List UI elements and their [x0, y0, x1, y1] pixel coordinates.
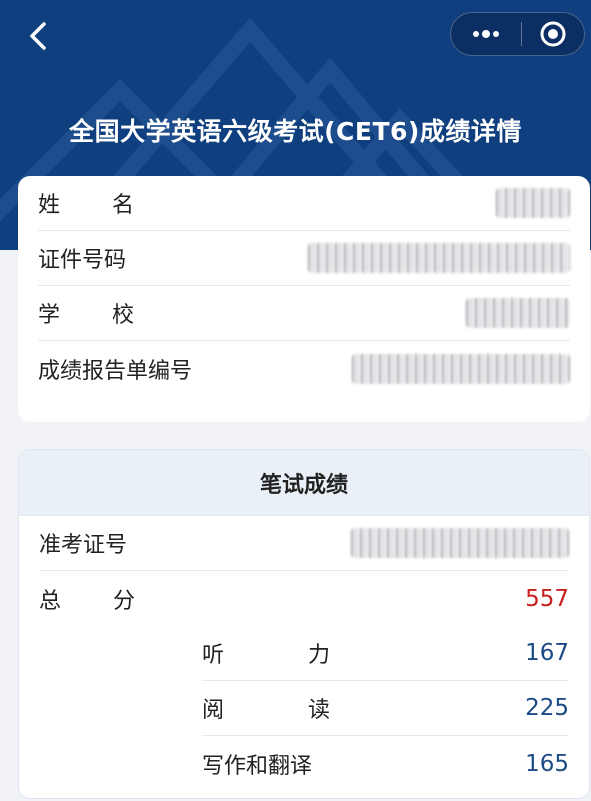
writing-translation-row: 写作和翻译 165 [202, 736, 569, 791]
exam-number-row: 准考证号 [39, 516, 569, 571]
personal-info-card: 姓名 证件号码 学校 成绩报告单编号 [18, 176, 590, 422]
id-value-redacted [308, 243, 570, 273]
school-label: 学校 [38, 303, 187, 328]
listening-label: 听力 [202, 643, 415, 668]
school-row: 学校 [38, 286, 570, 341]
total-score-value: 557 [525, 585, 569, 612]
written-section-title: 笔试成绩 [19, 450, 589, 516]
back-button[interactable] [18, 16, 58, 56]
close-button[interactable] [522, 13, 584, 55]
name-label: 姓名 [38, 193, 187, 218]
page-title: 全国大学英语六级考试(CET6)成绩详情 [69, 117, 522, 146]
school-value-redacted [466, 298, 570, 328]
report-number-label: 成绩报告单编号 [38, 358, 193, 384]
chevron-left-icon [30, 22, 46, 50]
written-score-card: 笔试成绩 准考证号 总分 557 听力 167 阅读 225 写作和翻译 165 [18, 449, 590, 799]
total-score-label: 总分 [39, 588, 188, 614]
mini-program-capsule [450, 12, 585, 56]
total-score-row: 总分 557 [39, 571, 569, 626]
writing-translation-label: 写作和翻译 [202, 753, 313, 779]
name-row: 姓名 [38, 176, 570, 231]
close-target-icon [540, 21, 566, 47]
name-value-redacted [496, 188, 570, 218]
exam-number-value-redacted [351, 528, 569, 558]
report-number-value-redacted [352, 353, 570, 384]
listening-score: 167 [525, 640, 569, 666]
more-dots-icon [473, 30, 499, 38]
reading-label: 阅读 [202, 698, 415, 723]
writing-translation-score: 165 [525, 750, 569, 777]
reading-score: 225 [525, 695, 569, 721]
more-button[interactable] [451, 13, 521, 55]
report-number-row: 成绩报告单编号 [38, 341, 570, 396]
id-row: 证件号码 [38, 231, 570, 286]
listening-row: 听力 167 [202, 626, 569, 681]
exam-number-label: 准考证号 [39, 533, 128, 558]
id-label: 证件号码 [38, 248, 127, 273]
reading-row: 阅读 225 [202, 681, 569, 736]
